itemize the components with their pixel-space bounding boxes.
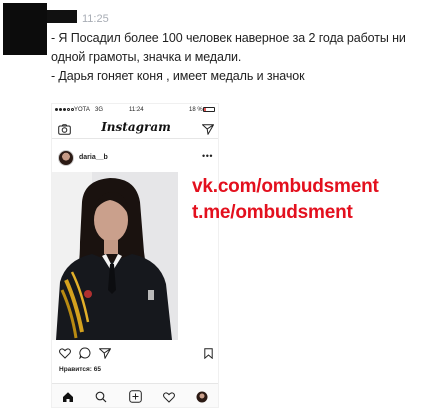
heart-icon[interactable] <box>59 346 71 364</box>
send-icon[interactable] <box>202 122 214 140</box>
search-icon[interactable] <box>95 390 107 407</box>
likes-count: Нравится: 65 <box>59 366 101 373</box>
sender-name[interactable] <box>47 10 77 23</box>
home-icon[interactable] <box>62 390 74 407</box>
message-time: 11:25 <box>82 13 109 25</box>
instagram-bottom-nav <box>52 383 218 407</box>
vk-watermark: vk.com/ombudsment <box>192 176 379 197</box>
post-username[interactable]: daria__b <box>79 154 108 161</box>
profile-icon[interactable] <box>196 390 208 407</box>
signal-icon <box>55 108 74 111</box>
add-post-icon[interactable] <box>129 390 142 407</box>
message-text-line: - Я Посадил более 100 человек наверное з… <box>51 31 406 45</box>
bookmark-icon[interactable] <box>204 346 213 364</box>
share-icon[interactable] <box>99 346 111 364</box>
more-icon[interactable]: ••• <box>202 151 213 161</box>
post-actions <box>52 346 218 364</box>
network-label: 3G <box>95 107 104 113</box>
comment-icon[interactable] <box>79 346 91 364</box>
message-text-line: одной грамоты, значка и медали. <box>51 50 242 64</box>
app-title: Instagram <box>101 120 171 134</box>
phone-clock: 11:24 <box>129 107 144 113</box>
activity-heart-icon[interactable] <box>163 390 175 407</box>
instagram-header: Instagram <box>52 117 218 140</box>
sender-avatar[interactable] <box>3 3 47 55</box>
post-header: daria__b ••• <box>52 149 218 169</box>
post-caption <box>59 377 179 382</box>
phone-status-bar: YOTA 3G 11:24 18 % <box>52 104 218 116</box>
battery-icon <box>203 107 215 112</box>
battery-percent: 18 % <box>189 107 203 113</box>
post-avatar[interactable] <box>58 150 74 166</box>
telegram-watermark: t.me/ombudsment <box>192 202 353 223</box>
portrait-image <box>52 172 178 340</box>
attached-screenshot[interactable]: YOTA 3G 11:24 18 % Instagram daria__b ••… <box>51 103 219 408</box>
carrier-label: YOTA <box>74 107 90 113</box>
message-text-line: - Дарья гоняет коня , имеет медаль и зна… <box>51 69 305 83</box>
post-photo <box>52 172 178 340</box>
